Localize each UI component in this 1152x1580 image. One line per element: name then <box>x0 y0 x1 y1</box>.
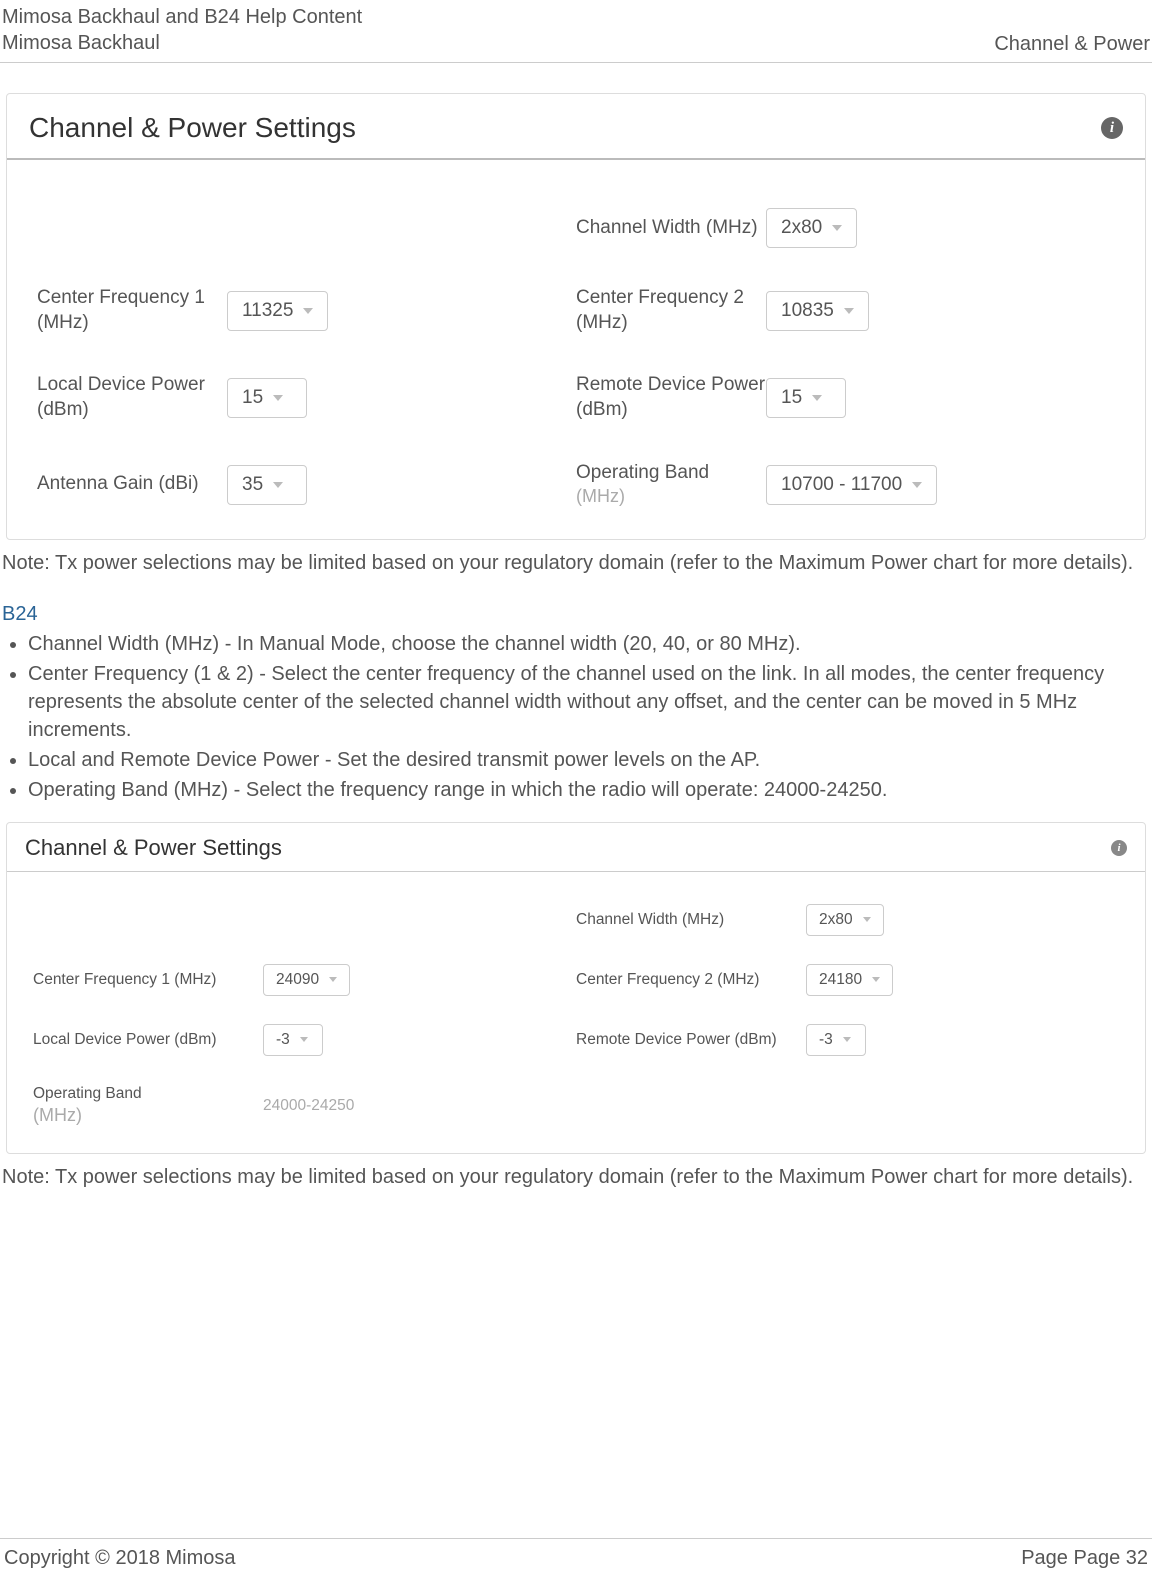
copyright-text: Copyright © 2018 Mimosa <box>4 1547 236 1570</box>
chevron-down-icon <box>812 395 822 401</box>
operating-band-value: 10700 - 11700 <box>781 474 902 496</box>
antenna-gain-value: 35 <box>242 474 263 496</box>
chevron-down-icon <box>843 1037 851 1042</box>
remote-device-power-dropdown[interactable]: -3 <box>806 1024 866 1056</box>
center-frequency-1-value: 11325 <box>242 300 293 322</box>
channel-width-dropdown[interactable]: 2x80 <box>766 208 857 248</box>
local-device-power-dropdown[interactable]: -3 <box>263 1024 323 1056</box>
page-number: Page Page 32 <box>1021 1547 1148 1570</box>
center-frequency-2-dropdown[interactable]: 10835 <box>766 291 869 331</box>
chevron-down-icon <box>273 395 283 401</box>
local-device-power-value: -3 <box>276 1031 290 1049</box>
info-icon[interactable]: i <box>1101 117 1123 139</box>
page-footer: Copyright © 2018 Mimosa Page Page 32 <box>0 1538 1152 1570</box>
local-device-power-label: Local Device Power (dBm) <box>33 1030 263 1050</box>
channel-width-label: Channel Width (MHz) <box>576 216 766 241</box>
chevron-down-icon <box>863 917 871 922</box>
chevron-down-icon <box>273 482 283 488</box>
list-item: Channel Width (MHz) - In Manual Mode, ch… <box>28 630 1150 658</box>
center-frequency-1-dropdown[interactable]: 24090 <box>263 964 350 996</box>
channel-width-value: 2x80 <box>819 911 853 929</box>
remote-device-power-label: Remote Device Power (dBm) <box>576 373 766 422</box>
center-frequency-1-dropdown[interactable]: 11325 <box>227 291 328 331</box>
panel-title: Channel & Power Settings <box>29 112 356 144</box>
channel-width-dropdown[interactable]: 2x80 <box>806 904 884 936</box>
center-frequency-2-value: 24180 <box>819 971 862 989</box>
center-frequency-1-value: 24090 <box>276 971 319 989</box>
operating-band-value: 24000-24250 <box>263 1097 354 1115</box>
chevron-down-icon <box>872 977 880 982</box>
b24-section-label: B24 <box>2 603 1150 626</box>
operating-band-label: Operating Band (MHz) <box>33 1084 263 1128</box>
remote-device-power-value: 15 <box>781 387 802 409</box>
help-content-subtitle: Mimosa Backhaul <box>2 30 362 56</box>
list-item: Center Frequency (1 & 2) - Select the ce… <box>28 660 1150 744</box>
channel-power-settings-panel: Channel & Power Settings i Channel Width… <box>6 93 1146 540</box>
operating-band-dropdown[interactable]: 10700 - 11700 <box>766 465 937 505</box>
local-device-power-dropdown[interactable]: 15 <box>227 378 307 418</box>
center-frequency-2-value: 10835 <box>781 300 834 322</box>
note-text: Note: Tx power selections may be limited… <box>2 1162 1150 1193</box>
b24-bullet-list: Channel Width (MHz) - In Manual Mode, ch… <box>28 630 1150 804</box>
chevron-down-icon <box>832 225 842 231</box>
note-text: Note: Tx power selections may be limited… <box>2 548 1150 579</box>
section-name: Channel & Power <box>994 33 1150 56</box>
antenna-gain-dropdown[interactable]: 35 <box>227 465 307 505</box>
remote-device-power-value: -3 <box>819 1031 833 1049</box>
remote-device-power-dropdown[interactable]: 15 <box>766 378 846 418</box>
chevron-down-icon <box>912 482 922 488</box>
local-device-power-label: Local Device Power (dBm) <box>37 373 227 422</box>
center-frequency-2-label: Center Frequency 2 (MHz) <box>576 970 806 990</box>
channel-width-label: Channel Width (MHz) <box>576 910 806 930</box>
page-header: Mimosa Backhaul and B24 Help Content Mim… <box>0 0 1152 63</box>
center-frequency-1-label: Center Frequency 1 (MHz) <box>37 286 227 335</box>
operating-band-label: Operating Band (MHz) <box>576 461 766 509</box>
chevron-down-icon <box>300 1037 308 1042</box>
list-item: Local and Remote Device Power - Set the … <box>28 746 1150 774</box>
center-frequency-1-label: Center Frequency 1 (MHz) <box>33 970 263 990</box>
chevron-down-icon <box>303 308 313 314</box>
list-item: Operating Band (MHz) - Select the freque… <box>28 776 1150 804</box>
info-icon[interactable]: i <box>1111 840 1127 856</box>
channel-power-settings-panel-b24: Channel & Power Settings i Channel Width… <box>6 822 1146 1155</box>
antenna-gain-label: Antenna Gain (dBi) <box>37 472 227 497</box>
center-frequency-2-label: Center Frequency 2 (MHz) <box>576 286 766 335</box>
help-content-title: Mimosa Backhaul and B24 Help Content <box>2 4 362 30</box>
center-frequency-2-dropdown[interactable]: 24180 <box>806 964 893 996</box>
chevron-down-icon <box>844 308 854 314</box>
chevron-down-icon <box>329 977 337 982</box>
local-device-power-value: 15 <box>242 387 263 409</box>
panel-title: Channel & Power Settings <box>25 835 282 861</box>
channel-width-value: 2x80 <box>781 217 822 239</box>
remote-device-power-label: Remote Device Power (dBm) <box>576 1030 806 1050</box>
